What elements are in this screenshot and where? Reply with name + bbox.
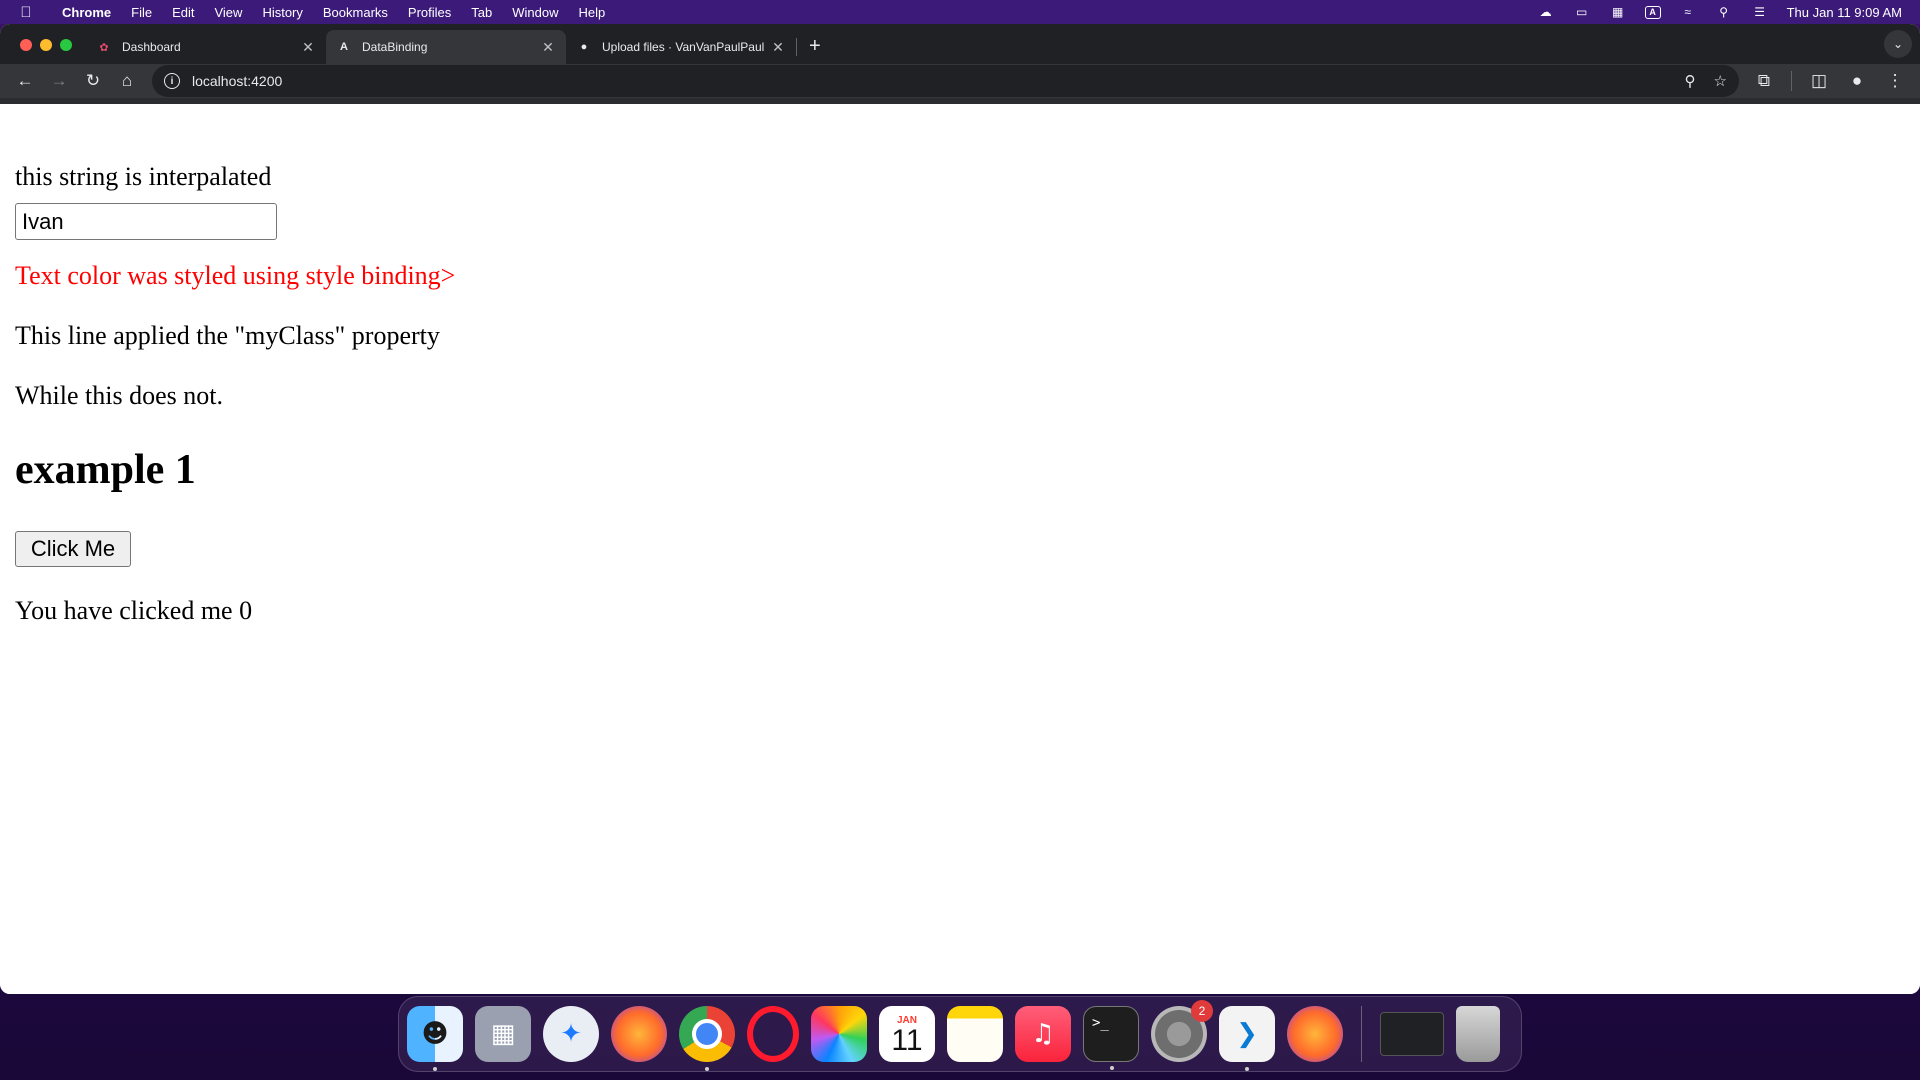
example-heading: example 1 (15, 447, 196, 493)
toolbar-separator (1791, 71, 1792, 91)
screen-mirroring-icon[interactable]: ▭ (1573, 5, 1591, 19)
extensions-puzzle-icon[interactable]: ⧉ (1747, 64, 1781, 98)
grid-app-icon[interactable]: ▦ (1609, 5, 1627, 19)
status-menus: ☁ ▭ ▦ A ≈ ⚲ ☰ Thu Jan 11 9:09 AM (1537, 5, 1920, 20)
tab-title: DataBinding (362, 40, 428, 54)
menu-history[interactable]: History (252, 5, 312, 20)
window-controls (0, 39, 86, 64)
new-tab-button[interactable]: + (797, 35, 833, 64)
minimized-window-icon[interactable] (1380, 1012, 1444, 1056)
menu-profiles[interactable]: Profiles (398, 5, 461, 20)
zoom-window-button[interactable] (60, 39, 72, 51)
wifi-icon[interactable]: ≈ (1679, 5, 1697, 19)
profile-avatar-icon[interactable]: ● (1840, 64, 1874, 98)
site-info-icon[interactable]: i (164, 73, 180, 89)
macos-menu-bar:  Chrome File Edit View History Bookmark… (0, 0, 1920, 24)
running-indicator (1245, 1067, 1249, 1071)
creative-cloud-icon[interactable]: ☁ (1537, 5, 1555, 19)
running-indicator (705, 1067, 709, 1071)
close-tab-icon[interactable]: ✕ (540, 39, 556, 56)
safari-icon[interactable]: ✦ (543, 1006, 599, 1062)
class-not-applied-text: While this does not. (15, 381, 223, 410)
spotlight-search-icon[interactable]: ⚲ (1715, 5, 1733, 19)
tab-title: Upload files · VanVanPaulPaul (602, 40, 765, 54)
home-icon[interactable]: ⌂ (110, 64, 144, 98)
close-window-button[interactable] (20, 39, 32, 51)
calendar-icon[interactable]: JAN 11 (879, 1006, 935, 1062)
click-counter-text: You have clicked me 0 (15, 596, 253, 625)
running-indicator (1110, 1066, 1114, 1070)
menu-help[interactable]: Help (569, 5, 616, 20)
side-panel-icon[interactable]: ◫ (1802, 64, 1836, 98)
bookmark-star-icon[interactable]: ☆ (1714, 72, 1727, 90)
github-favicon-icon: ● (580, 41, 588, 53)
zoom-magnifier-icon[interactable]: ⚲ (1685, 72, 1696, 90)
minimize-window-button[interactable] (40, 39, 52, 51)
firefox-developer-icon[interactable] (1287, 1006, 1343, 1062)
trash-icon[interactable] (1456, 1006, 1500, 1062)
menu-edit[interactable]: Edit (162, 5, 204, 20)
opera-icon[interactable] (747, 1006, 799, 1062)
calendar-day: 11 (891, 1023, 923, 1057)
firefox-icon[interactable] (611, 1006, 667, 1062)
forward-arrow-icon[interactable]: → (42, 64, 76, 98)
address-bar[interactable]: i localhost:4200 ⚲ ☆ (152, 65, 1739, 97)
style-bound-text: Text color was styled using style bindin… (15, 261, 456, 290)
input-source-icon[interactable]: A (1644, 5, 1661, 19)
running-indicator (433, 1067, 437, 1071)
page-content: this string is interpalated Text color w… (0, 110, 1920, 994)
close-tab-icon[interactable]: ✕ (300, 39, 316, 56)
music-icon[interactable]: ♫ (1015, 1006, 1071, 1062)
notes-icon[interactable] (947, 1006, 1003, 1062)
browser-toolbar: ← → ↻ ⌂ i localhost:4200 ⚲ ☆ ⧉ ◫ ● ⋮ (0, 64, 1920, 104)
tab-databinding[interactable]: A DataBinding ✕ (326, 30, 566, 64)
menu-app-name[interactable]: Chrome (52, 5, 121, 20)
toolbar-actions: ⧉ ◫ ● ⋮ (1747, 64, 1912, 98)
menu-tab[interactable]: Tab (461, 5, 502, 20)
dashboard-favicon-icon: ✿ (99, 41, 109, 54)
chrome-icon[interactable] (679, 1006, 735, 1071)
dock-divider (1361, 1006, 1362, 1062)
launchpad-icon[interactable]: ▦ (475, 1006, 531, 1062)
close-tab-icon[interactable]: ✕ (770, 39, 786, 56)
tab-search-chevron-icon[interactable]: ⌄ (1884, 30, 1912, 58)
tab-upload-files[interactable]: ● Upload files · VanVanPaulPaul ✕ (566, 30, 796, 64)
macos-dock: ☻ ▦ ✦ JAN 11 ♫ >_ 2 ❯ (398, 996, 1522, 1072)
menu-bookmarks[interactable]: Bookmarks (313, 5, 398, 20)
tab-strip: ✿ Dashboard ✕ A DataBinding ✕ ● Upload f… (0, 24, 1920, 64)
interpolated-text: this string is interpalated (15, 162, 272, 191)
system-settings-icon[interactable]: 2 (1151, 1000, 1213, 1062)
menu-view[interactable]: View (204, 5, 252, 20)
click-me-button[interactable]: Click Me (15, 531, 131, 567)
class-applied-text: This line applied the "myClass" property (15, 321, 440, 350)
apple-menu-icon[interactable]:  (0, 4, 52, 21)
menubar-clock[interactable]: Thu Jan 11 9:09 AM (1787, 5, 1902, 20)
terminal-icon[interactable]: >_ (1083, 1006, 1139, 1070)
control-center-icon[interactable]: ☰ (1751, 5, 1769, 19)
tab-title: Dashboard (122, 40, 181, 54)
reload-icon[interactable]: ↻ (76, 64, 110, 98)
tab-dashboard[interactable]: ✿ Dashboard ✕ (86, 30, 326, 64)
vscode-icon[interactable]: ❯ (1219, 1006, 1275, 1071)
chrome-menu-icon[interactable]: ⋮ (1878, 64, 1912, 98)
angular-favicon-icon: A (340, 41, 348, 53)
settings-badge: 2 (1191, 1000, 1213, 1022)
address-url[interactable]: localhost:4200 (192, 73, 1667, 89)
menu-file[interactable]: File (121, 5, 162, 20)
menu-window[interactable]: Window (502, 5, 568, 20)
finder-icon[interactable]: ☻ (407, 1006, 463, 1071)
browser-window: ✿ Dashboard ✕ A DataBinding ✕ ● Upload f… (0, 24, 1920, 994)
name-input[interactable] (15, 203, 277, 240)
photos-icon[interactable] (811, 1006, 867, 1062)
back-arrow-icon[interactable]: ← (8, 64, 42, 98)
